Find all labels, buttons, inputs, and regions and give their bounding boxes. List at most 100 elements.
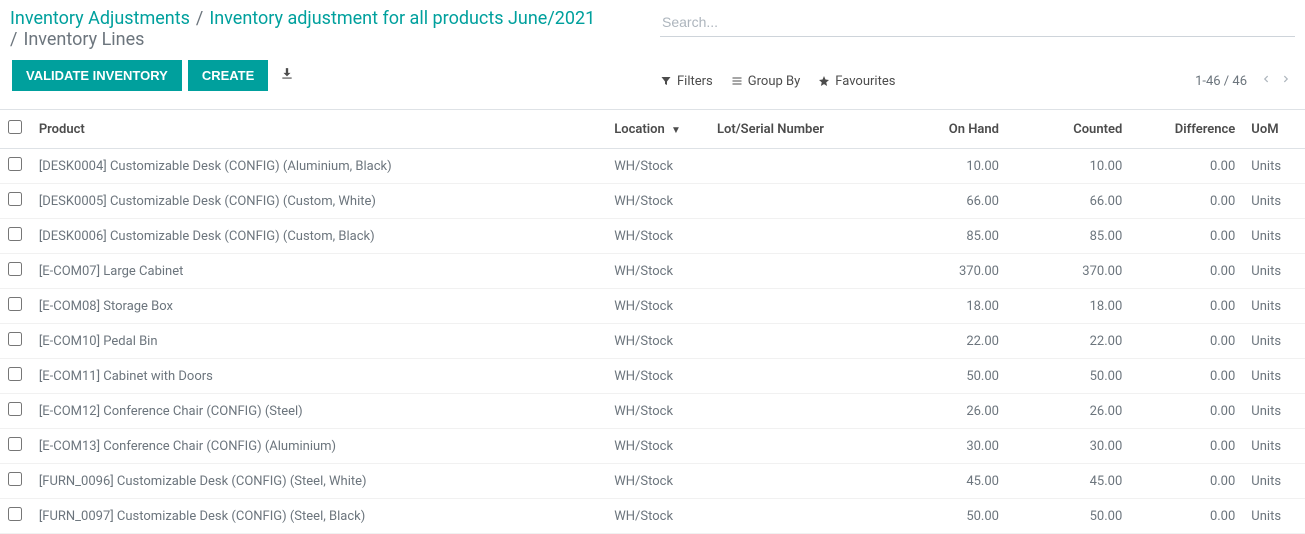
filters-label: Filters — [677, 74, 713, 89]
cell-product: [E-COM11] Cabinet with Doors — [31, 359, 606, 394]
col-onhand[interactable]: On Hand — [894, 110, 1007, 149]
cell-product: [DESK0005] Customizable Desk (CONFIG) (C… — [31, 184, 606, 219]
chevron-left-icon — [1261, 72, 1271, 86]
table-row[interactable]: [FURN_0097] Customizable Desk (CONFIG) (… — [0, 499, 1305, 534]
download-button[interactable] — [274, 61, 300, 90]
cell-lot — [709, 464, 894, 499]
search-input[interactable] — [660, 8, 1295, 37]
table-row[interactable]: [E-COM11] Cabinet with DoorsWH/Stock50.0… — [0, 359, 1305, 394]
row-checkbox[interactable] — [8, 227, 22, 241]
cell-onhand: 30.00 — [894, 429, 1007, 464]
row-checkbox[interactable] — [8, 507, 22, 521]
cell-location: WH/Stock — [606, 429, 709, 464]
cell-location: WH/Stock — [606, 254, 709, 289]
cell-lot — [709, 324, 894, 359]
cell-location: WH/Stock — [606, 499, 709, 534]
filters-button[interactable]: Filters — [660, 74, 713, 89]
star-icon — [818, 75, 830, 87]
table-row[interactable]: [E-COM08] Storage BoxWH/Stock18.0018.000… — [0, 289, 1305, 324]
table-row[interactable]: [FURN_0096] Customizable Desk (CONFIG) (… — [0, 464, 1305, 499]
cell-lot — [709, 394, 894, 429]
cell-lot — [709, 184, 894, 219]
cell-onhand: 85.00 — [894, 219, 1007, 254]
col-location-label: Location — [614, 122, 665, 137]
cell-uom: Units — [1243, 289, 1305, 324]
row-checkbox[interactable] — [8, 437, 22, 451]
cell-lot — [709, 289, 894, 324]
cell-product: [E-COM08] Storage Box — [31, 289, 606, 324]
cell-onhand: 370.00 — [894, 254, 1007, 289]
favourites-button[interactable]: Favourites — [818, 74, 895, 89]
row-checkbox[interactable] — [8, 192, 22, 206]
row-checkbox[interactable] — [8, 297, 22, 311]
row-checkbox[interactable] — [8, 367, 22, 381]
col-lot[interactable]: Lot/Serial Number — [709, 110, 894, 149]
cell-location: WH/Stock — [606, 324, 709, 359]
cell-difference: 0.00 — [1130, 359, 1243, 394]
cell-uom: Units — [1243, 499, 1305, 534]
cell-uom: Units — [1243, 464, 1305, 499]
pager-prev[interactable] — [1257, 70, 1275, 92]
chevron-right-icon — [1281, 72, 1291, 86]
row-checkbox[interactable] — [8, 472, 22, 486]
pager-range[interactable]: 1-46 / 46 — [1195, 74, 1247, 89]
cell-product: [E-COM13] Conference Chair (CONFIG) (Alu… — [31, 429, 606, 464]
cell-product: [E-COM07] Large Cabinet — [31, 254, 606, 289]
cell-uom: Units — [1243, 254, 1305, 289]
cell-location: WH/Stock — [606, 149, 709, 184]
col-product[interactable]: Product — [31, 110, 606, 149]
cell-difference: 0.00 — [1130, 429, 1243, 464]
cell-lot — [709, 499, 894, 534]
cell-onhand: 50.00 — [894, 499, 1007, 534]
breadcrumb-parent[interactable]: Inventory adjustment for all products Ju… — [209, 8, 595, 29]
cell-location: WH/Stock — [606, 289, 709, 324]
breadcrumb-sep: / — [196, 8, 203, 29]
cell-difference: 0.00 — [1130, 184, 1243, 219]
table-row[interactable]: [DESK0005] Customizable Desk (CONFIG) (C… — [0, 184, 1305, 219]
favourites-label: Favourites — [835, 74, 895, 89]
row-checkbox[interactable] — [8, 402, 22, 416]
table-row[interactable]: [E-COM12] Conference Chair (CONFIG) (Ste… — [0, 394, 1305, 429]
row-checkbox[interactable] — [8, 157, 22, 171]
cell-product: [E-COM10] Pedal Bin — [31, 324, 606, 359]
cell-lot — [709, 359, 894, 394]
validate-inventory-button[interactable]: VALIDATE INVENTORY — [12, 60, 182, 91]
cell-difference: 0.00 — [1130, 289, 1243, 324]
cell-counted: 370.00 — [1007, 254, 1130, 289]
cell-location: WH/Stock — [606, 184, 709, 219]
cell-location: WH/Stock — [606, 394, 709, 429]
cell-difference: 0.00 — [1130, 499, 1243, 534]
groupby-label: Group By — [748, 74, 801, 89]
cell-uom: Units — [1243, 219, 1305, 254]
cell-onhand: 45.00 — [894, 464, 1007, 499]
cell-difference: 0.00 — [1130, 324, 1243, 359]
pager-next[interactable] — [1277, 70, 1295, 92]
cell-product: [DESK0006] Customizable Desk (CONFIG) (C… — [31, 219, 606, 254]
breadcrumb-current: Inventory Lines — [23, 29, 144, 50]
col-uom[interactable]: UoM — [1243, 110, 1305, 149]
cell-lot — [709, 429, 894, 464]
table-row[interactable]: [E-COM13] Conference Chair (CONFIG) (Alu… — [0, 429, 1305, 464]
cell-product: [DESK0004] Customizable Desk (CONFIG) (A… — [31, 149, 606, 184]
col-difference[interactable]: Difference — [1130, 110, 1243, 149]
table-row[interactable]: [DESK0006] Customizable Desk (CONFIG) (C… — [0, 219, 1305, 254]
table-row[interactable]: [E-COM07] Large CabinetWH/Stock 370.00370… — [0, 254, 1305, 289]
col-location[interactable]: Location ▼ — [606, 110, 709, 149]
cell-onhand: 50.00 — [894, 359, 1007, 394]
list-icon — [731, 75, 743, 87]
cell-uom: Units — [1243, 394, 1305, 429]
funnel-icon — [660, 75, 672, 87]
create-button[interactable]: CREATE — [188, 60, 268, 91]
breadcrumb-root[interactable]: Inventory Adjustments — [10, 8, 190, 29]
select-all-checkbox[interactable] — [8, 120, 22, 134]
row-checkbox[interactable] — [8, 262, 22, 276]
row-checkbox[interactable] — [8, 332, 22, 346]
table-row[interactable]: [DESK0004] Customizable Desk (CONFIG) (A… — [0, 149, 1305, 184]
cell-difference: 0.00 — [1130, 149, 1243, 184]
table-row[interactable]: [E-COM10] Pedal BinWH/Stock22.0022.000.0… — [0, 324, 1305, 359]
groupby-button[interactable]: Group By — [731, 74, 801, 89]
cell-onhand: 22.00 — [894, 324, 1007, 359]
cell-counted: 85.00 — [1007, 219, 1130, 254]
cell-product: [E-COM12] Conference Chair (CONFIG) (Ste… — [31, 394, 606, 429]
col-counted[interactable]: Counted — [1007, 110, 1130, 149]
